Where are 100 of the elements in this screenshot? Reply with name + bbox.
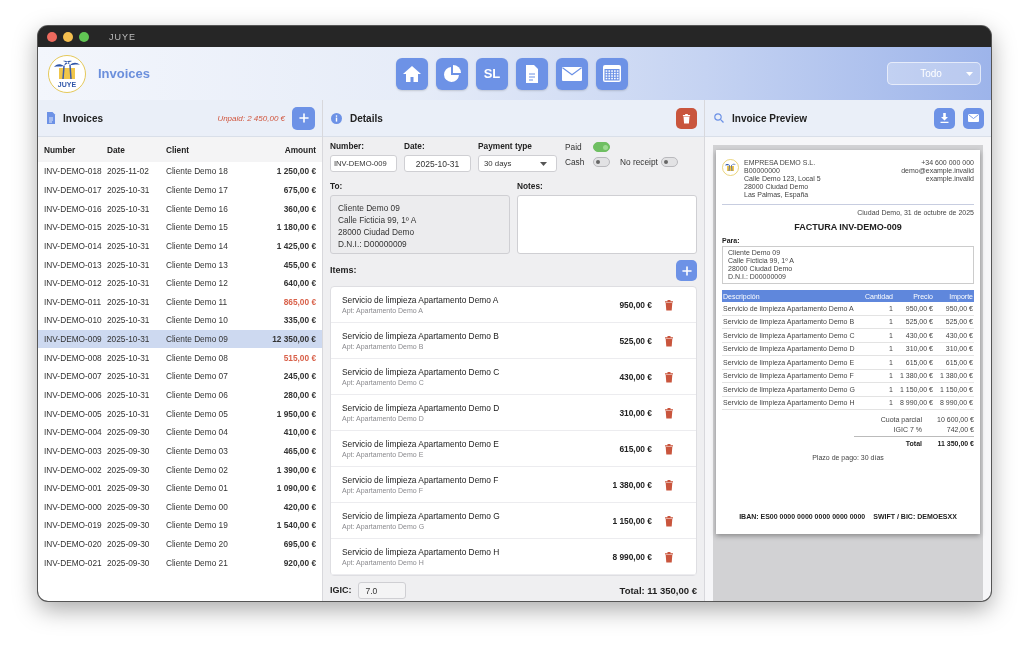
- table-cell-text: INV-DEMO-016: [44, 203, 103, 214]
- table-row[interactable]: INV-DEMO-019 2025-09-30 Cliente Demo 19 1 540,00 €: [38, 516, 322, 535]
- table-cell-text: INV-DEMO-005: [44, 408, 103, 419]
- table-cell-text: 2025-09-30: [107, 445, 151, 456]
- table-cell: 675,00 €: [283, 184, 316, 195]
- item-amount: 950,00 €: [619, 299, 652, 310]
- add-button[interactable]: [676, 260, 697, 281]
- nav-button[interactable]: [396, 57, 428, 90]
- date-field[interactable]: 2025-10-31: [404, 155, 471, 172]
- add-button[interactable]: [292, 106, 315, 130]
- zoom-button[interactable]: [79, 31, 89, 42]
- item-amount: 1 380,00 €: [612, 479, 652, 490]
- table-row[interactable]: INV-DEMO-003 2025-09-30 Cliente Demo 03 465,00 €: [38, 441, 322, 461]
- table-cell-text: 2025-10-31: [107, 408, 151, 419]
- table-row[interactable]: INV-DEMO-007 2025-10-31 Cliente Demo 07 245,00 €: [38, 367, 322, 386]
- table-cell-text: Cliente Demo 11: [166, 296, 229, 307]
- caret-icon: [966, 71, 973, 76]
- trash-icon[interactable]: [664, 514, 674, 527]
- table-cell-text: Cliente Demo 08: [166, 352, 229, 363]
- table-row[interactable]: INV-DEMO-009 2025-10-31 Cliente Demo 09 12 350,00 €: [38, 329, 322, 349]
- table-cell-text: INV-DEMO-003: [44, 445, 103, 456]
- table-row[interactable]: INV-DEMO-001 2025-09-30 Cliente Demo 01 1 090,00 €: [38, 478, 322, 498]
- table-cell-text: 2025-10-31: [107, 352, 151, 363]
- column-header: Amount: [284, 144, 316, 155]
- table-row[interactable]: INV-DEMO-015 2025-10-31 Cliente Demo 15 1 180,00 €: [38, 217, 322, 237]
- trash-icon[interactable]: [664, 478, 674, 491]
- item-title: Servicio de limpieza Apartamento Demo D: [342, 403, 501, 413]
- calendar-icon: [603, 65, 621, 82]
- table-row[interactable]: INV-DEMO-012 2025-10-31 Cliente Demo 12 640,00 €: [38, 273, 322, 293]
- nav-button[interactable]: [516, 57, 548, 90]
- table-cell-text: 2025-09-30: [107, 557, 151, 568]
- table-cell: 335,00 €: [283, 315, 316, 326]
- table-cell-text: 2025-11-02: [107, 166, 150, 177]
- table-cell: 410,00 €: [283, 427, 316, 438]
- download-button[interactable]: [934, 107, 955, 129]
- table-row[interactable]: INV-DEMO-014 2025-10-31 Cliente Demo 14 1 425,00 €: [38, 236, 322, 256]
- recipient-field[interactable]: Cliente Demo 09 Calle Ficticia 99, 1º A 28000 Ciudad Demo D.N.I.: D00000009: [330, 195, 510, 254]
- igic-field[interactable]: 7.0: [357, 582, 406, 599]
- table-row[interactable]: INV-DEMO-005 2025-10-31 Cliente Demo 05 1 950,00 €: [38, 404, 322, 423]
- table-cell-text: INV-DEMO-000: [44, 501, 103, 512]
- table-cell-text: INV-DEMO-021: [44, 557, 103, 568]
- table-row[interactable]: INV-DEMO-021 2025-09-30 Cliente Demo 21 920,00 €: [38, 553, 322, 573]
- field-label: Date:: [404, 141, 426, 152]
- table-cell-text: Cliente Demo 14: [166, 240, 229, 251]
- table-cell-text: INV-DEMO-019: [44, 520, 103, 531]
- table-row[interactable]: INV-DEMO-002 2025-09-30 Cliente Demo 02 1 390,00 €: [38, 460, 322, 479]
- trash-icon[interactable]: [664, 442, 674, 455]
- toggle-switch[interactable]: [660, 157, 678, 167]
- table-row[interactable]: INV-DEMO-004 2025-09-30 Cliente Demo 04 410,00 €: [38, 422, 322, 442]
- minimize-button[interactable]: [63, 31, 73, 42]
- table-row[interactable]: INV-DEMO-013 2025-10-31 Cliente Demo 13 455,00 €: [38, 255, 322, 274]
- item-amount: 8 990,00 €: [612, 551, 652, 562]
- table-cell-text: 2025-10-31: [107, 240, 151, 251]
- table-cell: 455,00 €: [283, 259, 316, 270]
- email-button[interactable]: [963, 107, 984, 129]
- delete-button[interactable]: [676, 107, 697, 129]
- nav-button[interactable]: [556, 57, 588, 90]
- envelope-icon: [562, 66, 582, 81]
- table-row[interactable]: INV-DEMO-008 2025-10-31 Cliente Demo 08 515,00 €: [38, 348, 322, 368]
- toggle-label: No receipt: [620, 157, 658, 167]
- table-cell-text: 2025-10-31: [107, 315, 151, 326]
- table-row[interactable]: INV-DEMO-018 2025-11-02 Cliente Demo 18 1 250,00 €: [38, 162, 322, 181]
- table-cell-text: Cliente Demo 21: [166, 557, 229, 568]
- field-label: Payment type: [478, 141, 533, 152]
- table-cell-text: Cliente Demo 17: [166, 184, 229, 195]
- table-cell-text: INV-DEMO-006: [44, 390, 103, 400]
- table-row[interactable]: INV-DEMO-016 2025-10-31 Cliente Demo 16 360,00 €: [38, 199, 322, 218]
- table-cell-text: 2025-09-30: [107, 427, 151, 438]
- trash-icon[interactable]: [664, 550, 674, 563]
- trash-icon[interactable]: [664, 298, 674, 311]
- field-label: IGIC:: [330, 585, 352, 596]
- table-row[interactable]: INV-DEMO-010 2025-10-31 Cliente Demo 10 335,00 €: [38, 311, 322, 330]
- table-cell-text: Cliente Demo 01: [166, 483, 229, 494]
- table-cell: 865,00 €: [283, 296, 316, 307]
- toggle-switch[interactable]: [593, 142, 610, 152]
- table-row[interactable]: INV-DEMO-017 2025-10-31 Cliente Demo 17 675,00 €: [38, 180, 322, 200]
- table-row[interactable]: INV-DEMO-006 2025-10-31 Cliente Demo 06 280,00 €: [38, 385, 322, 405]
- table-cell-text: Cliente Demo 00: [166, 501, 229, 512]
- table-cell-text: 2025-10-31: [107, 278, 151, 289]
- table-cell: 1 180,00 €: [276, 222, 316, 233]
- pie-chart-icon: [443, 64, 461, 83]
- envelope-icon: [968, 114, 979, 122]
- table-row[interactable]: INV-DEMO-011 2025-10-31 Cliente Demo 11 865,00 €: [38, 292, 322, 312]
- toggle-switch[interactable]: [593, 157, 610, 167]
- trash-icon[interactable]: [664, 406, 674, 419]
- notes-field[interactable]: [517, 195, 697, 254]
- nav-button[interactable]: [596, 57, 628, 90]
- table-cell-text: Cliente Demo 13: [166, 259, 229, 270]
- table-cell-text: Cliente Demo 09: [166, 334, 229, 345]
- total-amount: Total: 11 350,00 €: [619, 585, 697, 596]
- item-title: Servicio de limpieza Apartamento Demo B: [342, 331, 500, 341]
- table-row[interactable]: INV-DEMO-000 2025-09-30 Cliente Demo 00 420,00 €: [38, 497, 322, 517]
- close-button[interactable]: [47, 31, 57, 42]
- table-cell-text: 2025-09-30: [107, 464, 151, 475]
- table-cell-text: 2025-09-30: [107, 520, 151, 531]
- nav-button[interactable]: [436, 57, 468, 90]
- trash-icon[interactable]: [664, 370, 674, 383]
- table-row[interactable]: INV-DEMO-020 2025-09-30 Cliente Demo 20 695,00 €: [38, 534, 322, 554]
- trash-icon[interactable]: [664, 334, 674, 347]
- field-label: Notes:: [517, 181, 544, 192]
